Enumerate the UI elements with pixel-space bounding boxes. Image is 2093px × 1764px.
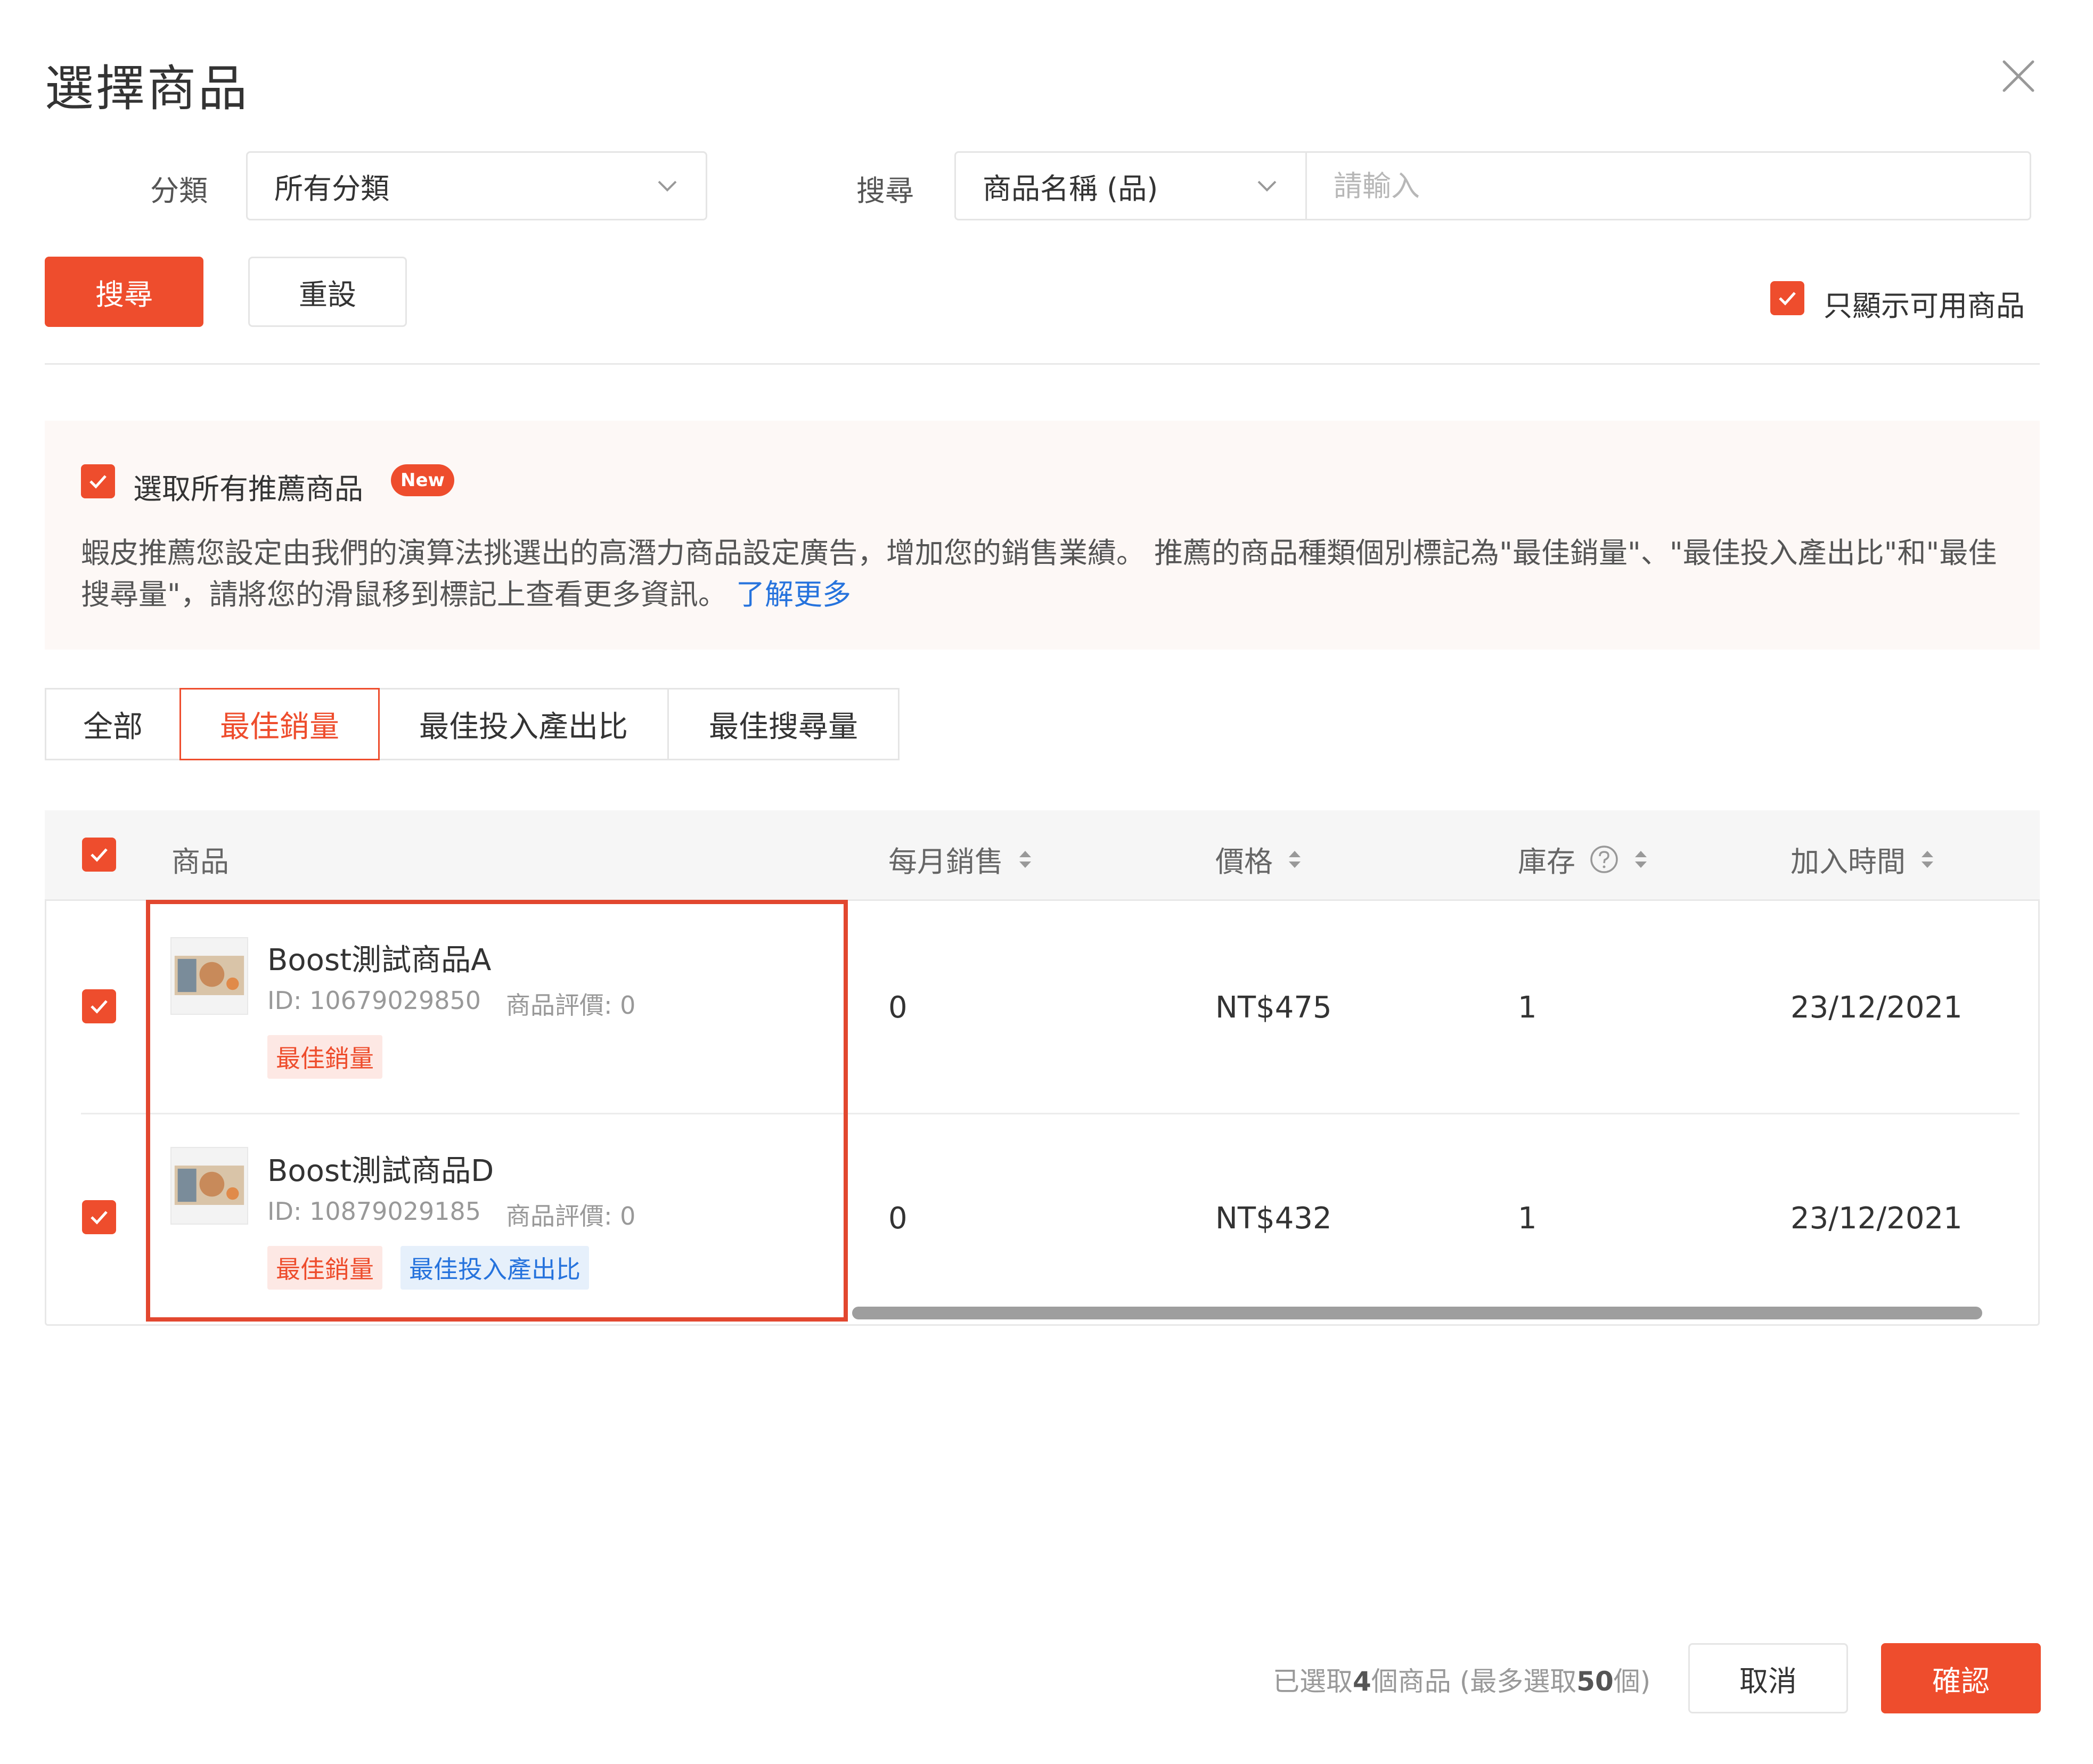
tab-best-search[interactable]: 最佳搜尋量 [667, 688, 900, 760]
only-available-label: 只顯示可用商品 [1824, 289, 2025, 323]
check-icon [91, 1211, 108, 1225]
cell-price: NT$432 [1215, 1201, 1332, 1236]
category-label: 分類 [150, 174, 208, 208]
row-checkbox[interactable] [82, 1200, 116, 1234]
check-icon [91, 848, 108, 862]
column-product: 商品 [171, 838, 229, 880]
category-select-value: 所有分類 [274, 171, 389, 206]
selection-count: 4 [1353, 1666, 1371, 1697]
cell-added-time: 23/12/2021 [1791, 990, 1963, 1025]
horizontal-scrollbar[interactable] [852, 1307, 1982, 1319]
recommend-description-text: 蝦皮推薦您設定由我們的演算法挑選出的高潛力商品設定廣告，增加您的銷售業績。 推薦… [81, 536, 1997, 611]
search-field-select-value: 商品名稱 (品) [983, 171, 1158, 206]
column-product-label: 商品 [171, 845, 229, 879]
cell-monthly-sales: 0 [888, 1201, 907, 1236]
divider [45, 363, 2040, 365]
close-icon[interactable] [2000, 58, 2037, 95]
selection-status-suffix: 個) [1613, 1666, 1651, 1697]
cancel-button[interactable]: 取消 [1688, 1643, 1848, 1713]
new-badge: New [391, 464, 454, 496]
search-input[interactable] [1307, 151, 2031, 220]
help-icon[interactable] [1589, 844, 1619, 874]
cell-added-time: 23/12/2021 [1791, 1201, 1963, 1236]
only-available-checkbox[interactable] [1770, 281, 1804, 315]
cell-stock: 1 [1518, 990, 1537, 1025]
selection-status-middle: 個商品 (最多選取 [1371, 1666, 1577, 1697]
recommend-description: 蝦皮推薦您設定由我們的演算法挑選出的高潛力商品設定廣告，增加您的銷售業績。 推薦… [81, 532, 2020, 616]
search-label: 搜尋 [856, 174, 914, 208]
selection-status-prefix: 已選取 [1273, 1666, 1353, 1697]
select-all-recommended-label: 選取所有推薦商品 [133, 472, 363, 506]
search-field-select[interactable]: 商品名稱 (品) [954, 151, 1307, 220]
column-price-label: 價格 [1215, 845, 1273, 879]
sort-icon [1019, 850, 1031, 868]
selection-status: 已選取4個商品 (最多選取50個) [1273, 1660, 1650, 1699]
highlight-box [146, 900, 848, 1322]
confirm-button[interactable]: 確認 [1881, 1643, 2041, 1713]
check-icon [89, 475, 107, 489]
selection-max: 50 [1576, 1666, 1614, 1697]
dialog-title: 選擇商品 [45, 60, 250, 117]
sort-icon [1289, 850, 1301, 868]
column-monthly-sales-label: 每月銷售 [888, 845, 1003, 879]
category-select[interactable]: 所有分類 [246, 151, 707, 220]
select-all-recommended-checkbox[interactable] [81, 464, 115, 498]
tab-best-roi[interactable]: 最佳投入產出比 [378, 688, 669, 760]
tab-best-sales[interactable]: 最佳銷量 [179, 688, 380, 760]
tab-all[interactable]: 全部 [45, 688, 181, 760]
select-all-rows-checkbox[interactable] [82, 838, 116, 872]
column-price[interactable]: 價格 [1215, 838, 1303, 880]
reset-button[interactable]: 重設 [248, 257, 407, 327]
sort-icon [1922, 850, 1933, 868]
column-added-time[interactable]: 加入時間 [1791, 838, 1935, 880]
search-button[interactable]: 搜尋 [45, 257, 203, 327]
table-header [45, 810, 2040, 901]
column-added-time-label: 加入時間 [1791, 845, 1906, 879]
cell-price: NT$475 [1215, 990, 1332, 1025]
row-checkbox[interactable] [82, 989, 116, 1023]
learn-more-link[interactable]: 了解更多 [736, 578, 851, 611]
check-icon [1779, 292, 1796, 306]
column-stock[interactable]: 庫存 [1518, 838, 1649, 880]
recommend-tabs: 全部 最佳銷量 最佳投入產出比 最佳搜尋量 [45, 688, 900, 760]
sort-icon [1635, 850, 1647, 868]
cell-stock: 1 [1518, 1201, 1537, 1236]
column-stock-label: 庫存 [1518, 845, 1575, 879]
chevron-down-icon [658, 180, 677, 192]
cell-monthly-sales: 0 [888, 990, 907, 1025]
chevron-down-icon [1257, 180, 1277, 192]
check-icon [91, 1000, 108, 1014]
column-monthly-sales[interactable]: 每月銷售 [888, 838, 1033, 880]
